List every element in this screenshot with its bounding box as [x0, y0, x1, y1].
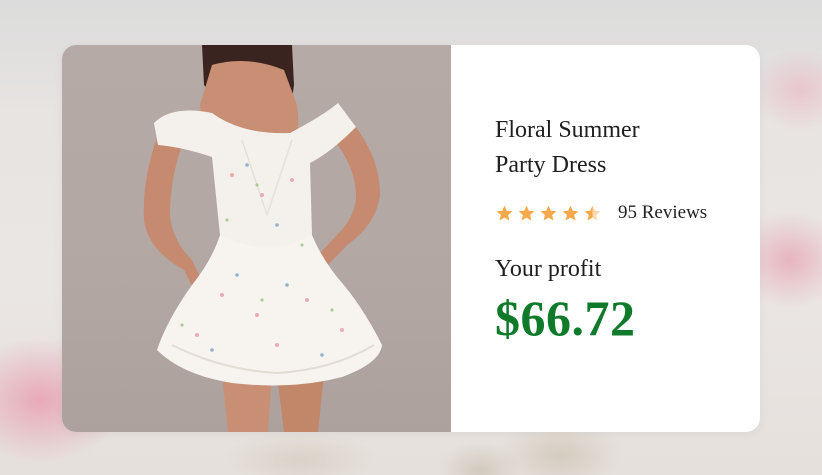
product-title[interactable]: Floral Summer Party Dress — [495, 113, 695, 183]
reviews-count[interactable]: 95 Reviews — [618, 202, 707, 224]
half-star-icon — [584, 205, 601, 221]
profit-value: $66.72 — [495, 290, 636, 346]
star-icon — [562, 205, 579, 221]
star-icon — [540, 205, 557, 221]
product-title-line1: Floral Summer — [495, 117, 640, 143]
product-info: Floral Summer Party Dress 95 Reviews You… — [451, 45, 760, 432]
product-title-line2: Party Dress — [495, 152, 607, 178]
rating-row: 95 Reviews — [495, 202, 730, 224]
star-rating — [495, 204, 602, 223]
product-card[interactable]: Floral Summer Party Dress 95 Reviews You… — [62, 45, 760, 432]
star-icon — [518, 205, 535, 221]
profit-label: Your profit — [495, 256, 602, 282]
star-icon — [496, 205, 513, 221]
product-image — [62, 45, 451, 432]
